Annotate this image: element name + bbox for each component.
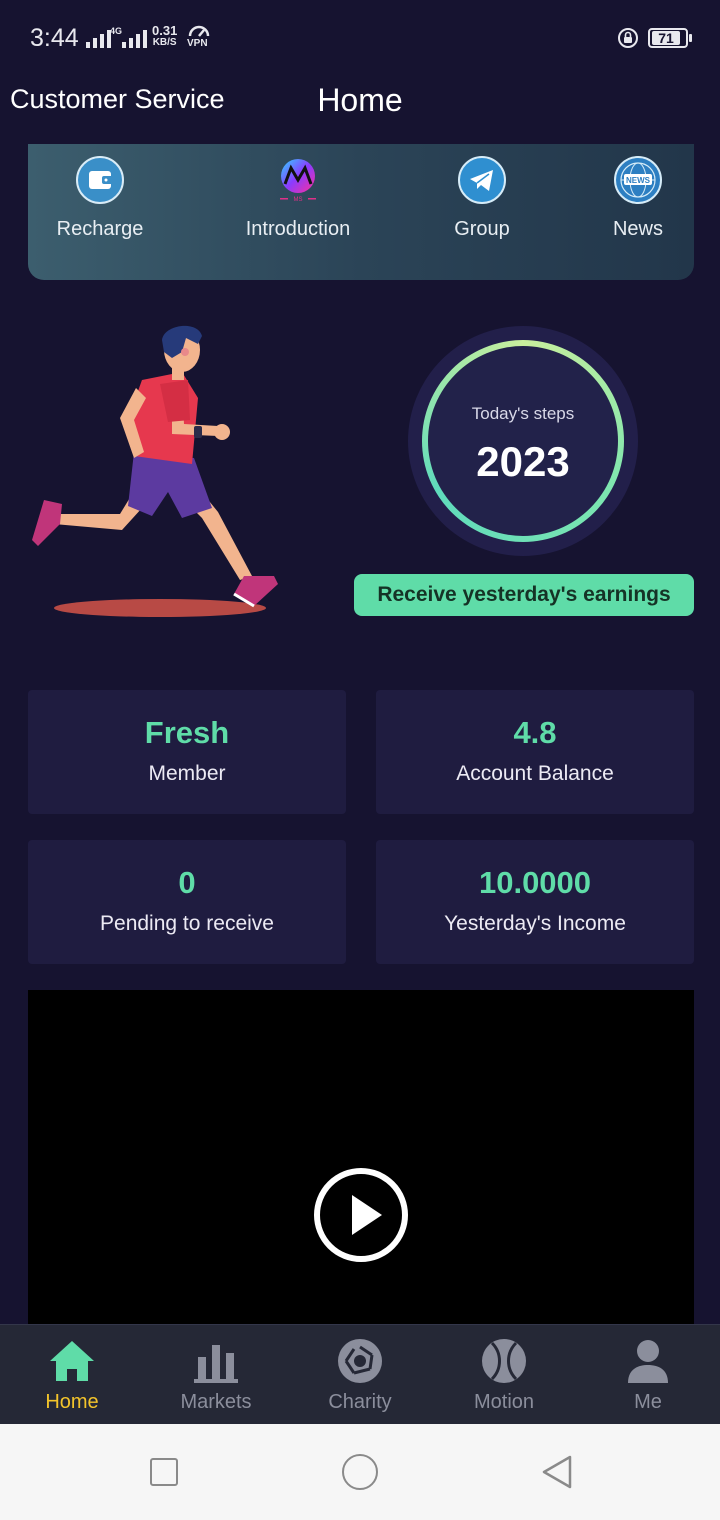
home-nav-icon[interactable] <box>342 1454 378 1490</box>
aperture-icon <box>336 1337 384 1385</box>
wallet-icon <box>76 156 124 204</box>
stat-label: Yesterday's Income <box>444 912 626 935</box>
tab-home[interactable]: Home <box>0 1325 144 1425</box>
stat-label: Pending to receive <box>100 912 274 935</box>
ms-logo-icon: MS <box>274 156 322 204</box>
battery-level: 71 <box>652 31 680 45</box>
quick-menu-news[interactable]: NEWS News <box>558 156 718 241</box>
receive-earnings-button[interactable]: Receive yesterday's earnings <box>354 574 694 616</box>
vpn-icon: VPN <box>186 24 212 50</box>
tab-label: Charity <box>328 1391 392 1413</box>
stat-value: 0 <box>178 865 196 900</box>
tab-me[interactable]: Me <box>576 1325 720 1425</box>
video-player[interactable] <box>28 990 694 1324</box>
stat-value: 10.0000 <box>478 865 592 900</box>
tab-label: Home <box>45 1391 99 1413</box>
svg-text:NEWS: NEWS <box>626 176 651 185</box>
stat-value: Fresh <box>144 715 230 750</box>
stat-value: 4.8 <box>513 715 557 750</box>
svg-text:MS: MS <box>294 197 303 203</box>
4g-icon: 4G <box>110 26 123 36</box>
runner-illustration <box>22 318 292 624</box>
quick-menu-label: News <box>612 218 663 240</box>
tab-motion[interactable]: Motion <box>432 1325 576 1425</box>
home-icon <box>48 1337 96 1385</box>
ball-icon <box>480 1337 528 1385</box>
quick-menu: Recharge MS Introduction Group NEWS News <box>28 144 694 280</box>
quick-menu-label: Recharge <box>56 218 144 240</box>
battery-icon: 71 <box>648 28 692 48</box>
stat-card-account-balance: 4.8 Account Balance <box>376 690 694 814</box>
network-speed-value: 0.31 <box>152 23 178 38</box>
steps-label: Today's steps <box>471 404 575 423</box>
status-time: 3:44 <box>30 24 79 52</box>
steps-ring: Today's steps 2023 <box>422 340 624 542</box>
tab-label: Me <box>634 1391 662 1413</box>
steps-inner: Today's steps 2023 <box>428 346 618 536</box>
stat-card-member: Fresh Member <box>28 690 346 814</box>
network-speed-unit: KB/S <box>152 37 177 48</box>
vpn-label: VPN <box>187 38 208 49</box>
telegram-icon <box>458 156 506 204</box>
steps-value: 2023 <box>476 438 570 485</box>
bar-chart-icon <box>192 1337 240 1385</box>
user-icon <box>624 1337 672 1385</box>
back-icon[interactable] <box>540 1454 574 1490</box>
stat-card-pending: 0 Pending to receive <box>28 840 346 964</box>
quick-menu-label: Group <box>454 218 510 240</box>
stat-label: Member <box>148 762 226 785</box>
signal-icon-2 <box>122 28 147 48</box>
quick-menu-introduction[interactable]: MS Introduction <box>218 156 378 241</box>
rotation-lock-icon <box>616 26 640 50</box>
signal-icon <box>86 28 111 48</box>
quick-menu-label: Introduction <box>245 218 351 240</box>
bottom-tab-bar: Home Markets Charity Motion Me <box>0 1324 720 1424</box>
quick-menu-recharge[interactable]: Recharge <box>20 156 180 241</box>
stat-card-yesterday-income: 10.0000 Yesterday's Income <box>376 840 694 964</box>
tab-markets[interactable]: Markets <box>144 1325 288 1425</box>
page-title: Home <box>317 82 403 118</box>
tab-label: Motion <box>473 1391 535 1413</box>
recent-apps-icon[interactable] <box>150 1458 178 1486</box>
tab-charity[interactable]: Charity <box>288 1325 432 1425</box>
status-bar: 3:44 4G 0.31 KB/S VPN 71 <box>0 0 720 76</box>
stat-label: Account Balance <box>456 762 614 785</box>
play-icon[interactable] <box>314 1168 408 1262</box>
news-globe-icon: NEWS <box>614 156 662 204</box>
quick-menu-group[interactable]: Group <box>402 156 562 241</box>
tab-label: Markets <box>180 1391 252 1413</box>
network-speed: 0.31 KB/S <box>152 23 178 49</box>
system-nav-bar <box>0 1424 720 1520</box>
steps-progress-ring: Today's steps 2023 <box>408 326 638 556</box>
